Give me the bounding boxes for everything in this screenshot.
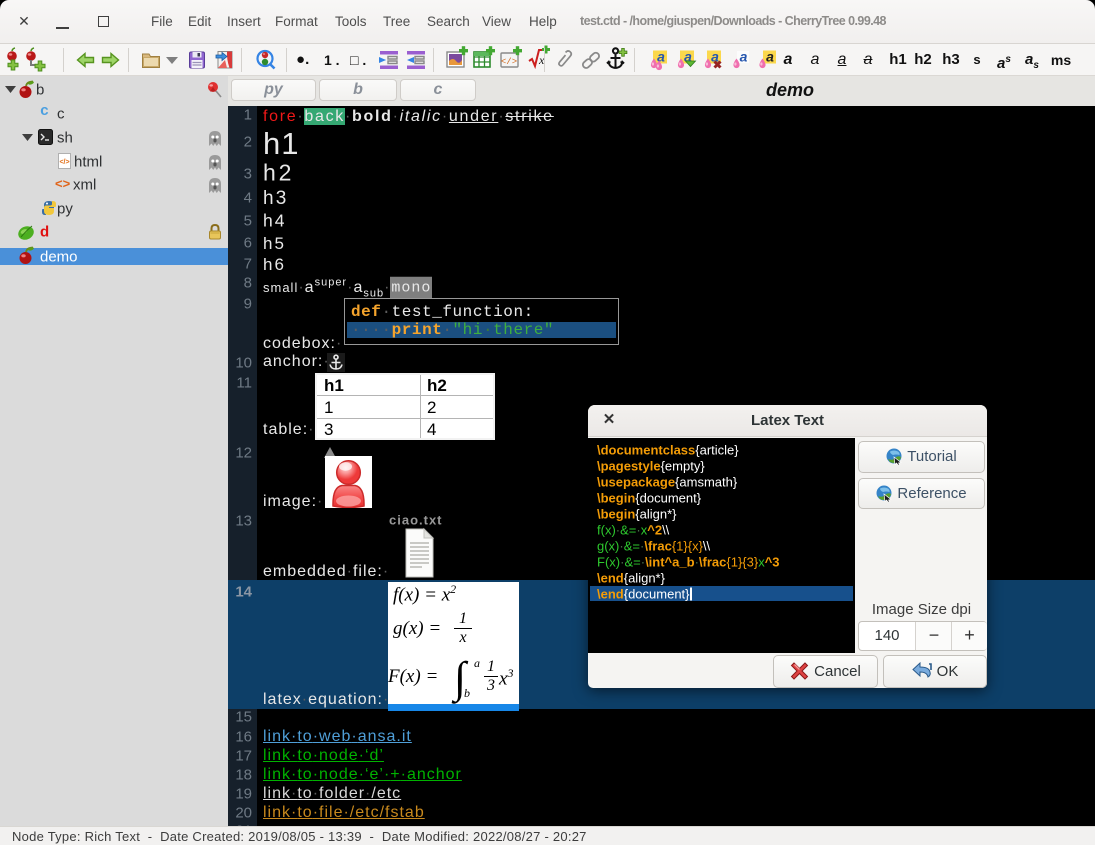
svg-text:a: a [766, 49, 774, 65]
svg-text:a: a [740, 49, 748, 65]
svg-text:</>: </> [59, 159, 69, 166]
svg-text:</>: </> [501, 57, 517, 67]
